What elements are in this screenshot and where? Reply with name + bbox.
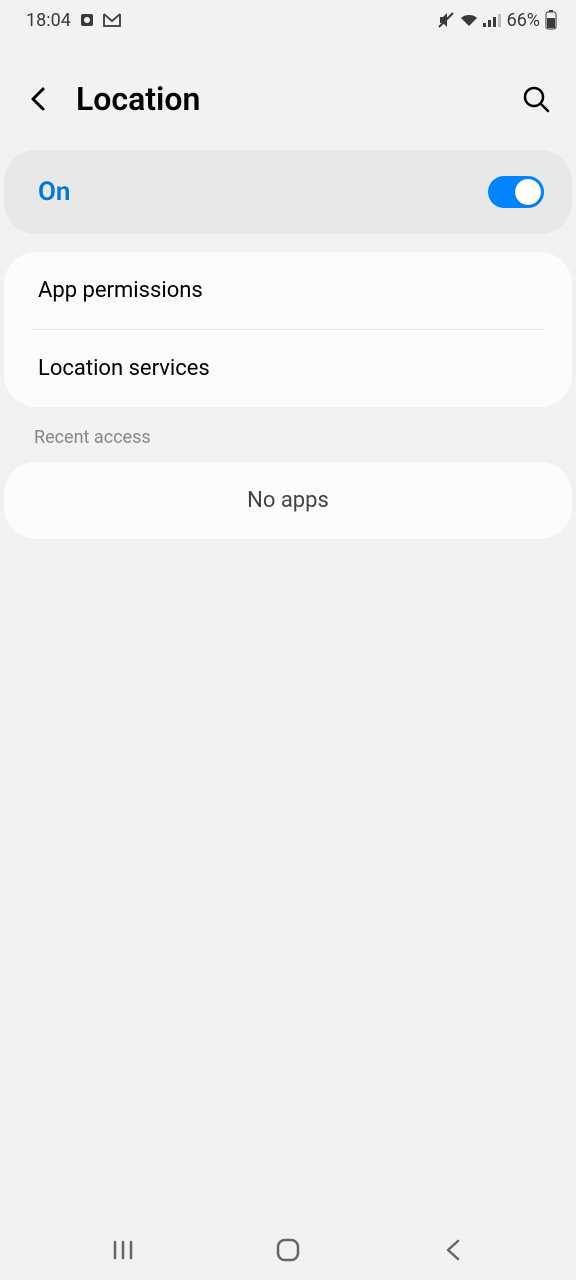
battery-icon [544, 10, 558, 30]
page-title: Location [76, 80, 496, 118]
recent-access-header: Recent access [0, 407, 576, 448]
search-button[interactable] [520, 83, 552, 115]
status-time: 18:04 [26, 10, 71, 31]
gmail-icon [103, 13, 121, 27]
alarm-icon [79, 12, 95, 28]
app-permissions-item[interactable]: App permissions [4, 252, 572, 329]
back-button[interactable] [24, 85, 52, 113]
signal-icon [483, 13, 501, 27]
switch-knob [515, 179, 541, 205]
battery-percent: 66% [507, 10, 540, 31]
status-right: 66% [437, 10, 558, 31]
navigation-bar [0, 1220, 576, 1280]
settings-list: App permissions Location services [4, 252, 572, 407]
recent-access-empty: No apps [4, 462, 572, 539]
status-bar: 18:04 66% [0, 0, 576, 40]
location-switch[interactable] [488, 176, 544, 208]
nav-back-button[interactable] [413, 1237, 493, 1263]
home-button[interactable] [248, 1237, 328, 1263]
location-toggle-card[interactable]: On [4, 150, 572, 234]
page-header: Location [0, 40, 576, 138]
wifi-icon [459, 12, 479, 28]
no-apps-label: No apps [247, 488, 329, 513]
mute-icon [437, 11, 455, 29]
status-left: 18:04 [26, 10, 121, 31]
toggle-label: On [38, 177, 70, 207]
location-services-item[interactable]: Location services [4, 330, 572, 407]
recents-button[interactable] [83, 1238, 163, 1262]
